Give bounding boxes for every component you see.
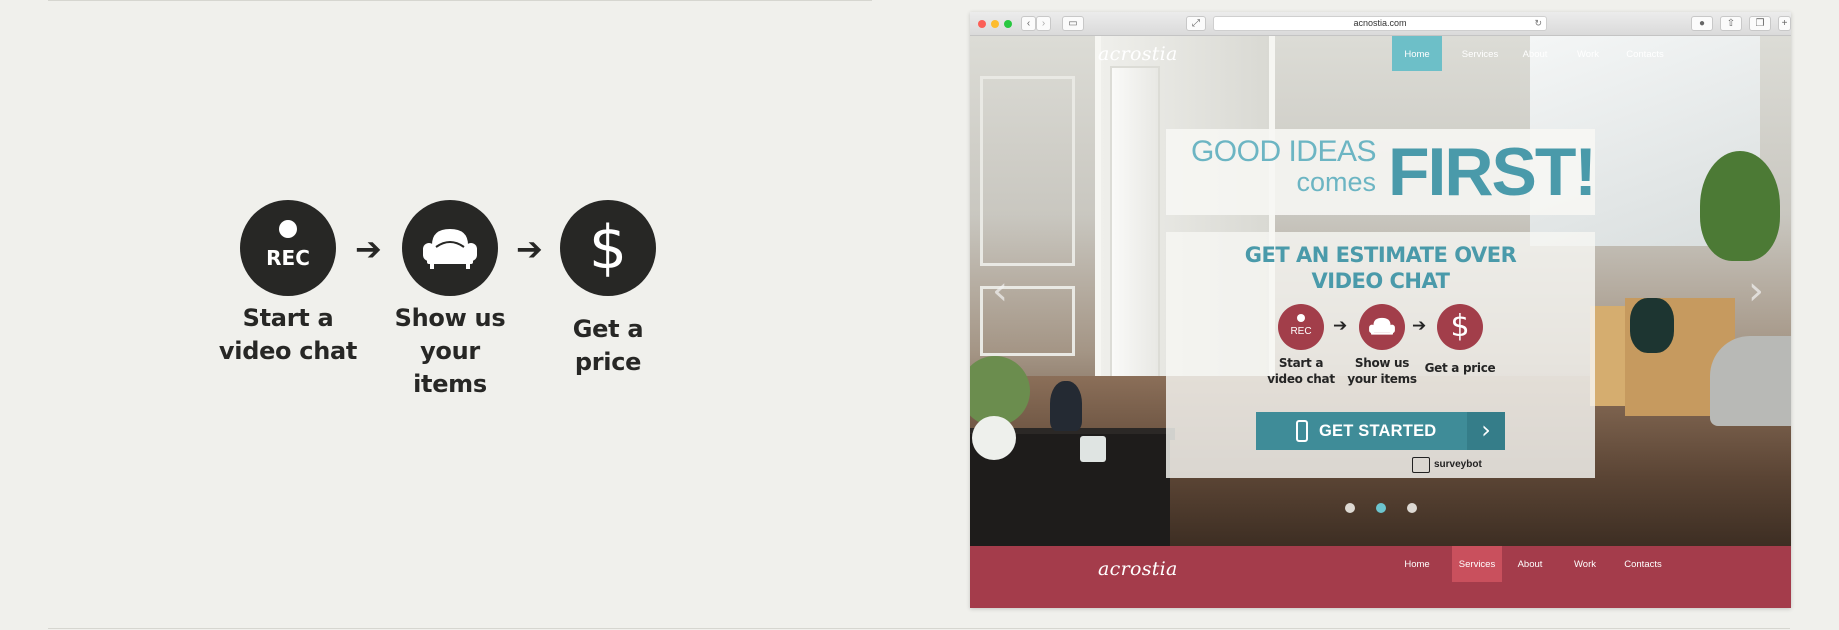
rec-icon: REC xyxy=(240,200,336,296)
address-bar[interactable]: acnostia.com ↻ xyxy=(1213,16,1547,31)
share-icon[interactable]: ⇧ xyxy=(1720,16,1742,31)
slider-dot-2[interactable] xyxy=(1376,503,1386,513)
footer-nav-work[interactable]: Work xyxy=(1561,546,1609,582)
reload-icon[interactable]: ↻ xyxy=(1534,17,1542,30)
new-tab-button[interactable]: + xyxy=(1778,16,1791,31)
footer-nav-about[interactable]: About xyxy=(1506,546,1554,582)
bottom-divider xyxy=(48,628,1790,629)
slider-dot-1[interactable] xyxy=(1345,503,1355,513)
info-icon[interactable]: ● xyxy=(1691,16,1713,31)
footer-logo[interactable]: acrostia xyxy=(1098,558,1178,580)
nav-work[interactable]: Work xyxy=(1564,36,1612,71)
headline-banner: GOOD IDEAS comes FIRST! xyxy=(1166,129,1597,215)
footer-nav-services[interactable]: Services xyxy=(1452,546,1502,582)
headline-first: FIRST! xyxy=(1388,134,1597,210)
hero-slider: ‹ › acrostia Home Services About Work Co… xyxy=(970,36,1791,546)
slider-next-arrow[interactable]: › xyxy=(1748,268,1764,314)
footer-nav-home[interactable]: Home xyxy=(1392,546,1442,582)
sofa-icon xyxy=(1359,304,1405,350)
nav-about[interactable]: About xyxy=(1511,36,1559,71)
tabs-icon[interactable]: ❐ xyxy=(1749,16,1771,31)
site-logo[interactable]: acrostia xyxy=(1098,43,1178,65)
sidebar-toggle-button[interactable]: ▭ xyxy=(1062,16,1084,31)
top-navigation: acrostia Home Services About Work Contac… xyxy=(970,36,1791,71)
step-video-chat: REC Start a video chat xyxy=(218,200,358,368)
minimize-window-button[interactable] xyxy=(991,20,999,28)
estimate-panel: GET AN ESTIMATE OVER VIDEO CHAT REC Start… xyxy=(1166,232,1595,478)
slider-prev-arrow[interactable]: ‹ xyxy=(992,268,1008,314)
slider-dot-3[interactable] xyxy=(1407,503,1417,513)
step-show-items: Show us your items xyxy=(380,200,520,401)
step-label: Start a video chat xyxy=(218,304,358,365)
nav-services[interactable]: Services xyxy=(1452,36,1508,71)
headline-good-ideas: GOOD IDEAS xyxy=(1190,135,1377,168)
step-label: Get a price xyxy=(1424,361,1496,375)
arrow-icon: ➔ xyxy=(355,230,382,268)
footer-nav-contacts[interactable]: Contacts xyxy=(1615,546,1671,582)
dollar-icon: $ xyxy=(560,200,656,296)
footer-navigation: acrostia Home Services About Work Contac… xyxy=(970,546,1791,608)
headline-comes: comes xyxy=(1296,167,1376,197)
step-get-price: $ Get a price xyxy=(1424,304,1496,376)
step-label: Start a video chat xyxy=(1267,356,1335,386)
reader-icon[interactable]: ⤢ xyxy=(1186,16,1206,31)
top-divider-left xyxy=(48,0,872,1)
step-label: Get a price xyxy=(572,315,644,376)
step-label: Show us your items xyxy=(394,304,506,398)
step-get-price: $ Get a price xyxy=(538,200,678,379)
step-label: Show us your items xyxy=(1347,356,1417,386)
surveybot-icon xyxy=(1412,457,1430,473)
nav-home[interactable]: Home xyxy=(1392,36,1442,71)
step-video-chat: REC Start a video chat xyxy=(1265,304,1337,387)
nav-contacts[interactable]: Contacts xyxy=(1617,36,1673,71)
browser-window: ‹ › ▭ ⤢ acnostia.com ↻ ● ⇧ ❐ + ‹ › acros… xyxy=(970,12,1791,608)
rec-icon: REC xyxy=(1278,304,1324,350)
zoom-window-button[interactable] xyxy=(1004,20,1012,28)
chevron-right-icon: › xyxy=(1467,412,1505,450)
back-button[interactable]: ‹ xyxy=(1021,16,1036,31)
browser-toolbar: ‹ › ▭ ⤢ acnostia.com ↻ ● ⇧ ❐ + xyxy=(970,12,1791,36)
step-show-items: Show us your items xyxy=(1346,304,1418,387)
process-steps: REC Start a video chat ➔ Show us your item… xyxy=(218,200,698,398)
get-started-button[interactable]: GET STARTED › xyxy=(1256,412,1505,450)
forward-button[interactable]: › xyxy=(1036,16,1051,31)
sofa-icon xyxy=(402,200,498,296)
dollar-icon: $ xyxy=(1437,304,1483,350)
estimate-title: GET AN ESTIMATE OVER VIDEO CHAT xyxy=(1244,243,1517,293)
phone-icon xyxy=(1296,420,1308,442)
close-window-button[interactable] xyxy=(978,20,986,28)
surveybot-logo: surveybot xyxy=(1412,457,1482,473)
